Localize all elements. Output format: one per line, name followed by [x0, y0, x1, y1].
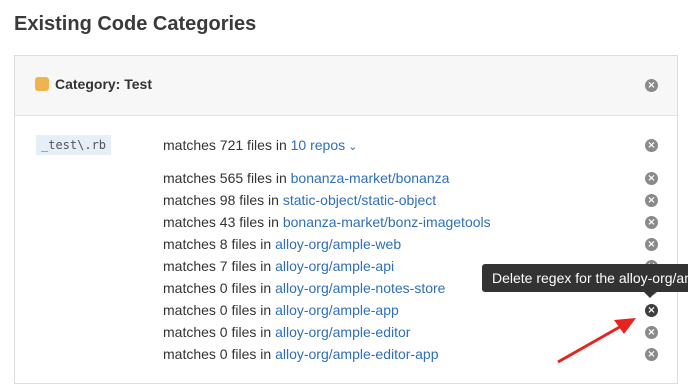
tooltip-pointer [644, 292, 656, 298]
annotation-arrow-head [614, 318, 636, 334]
annotation-arrow [557, 318, 636, 364]
delete-regex-tooltip: Delete regex for the alloy-org/ample-app [482, 264, 688, 292]
annotation-arrow-line [557, 322, 626, 364]
